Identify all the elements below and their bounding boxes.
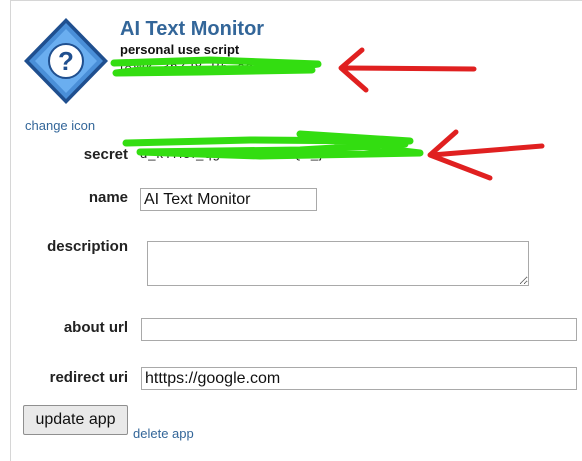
redirect-uri-input[interactable] xyxy=(141,367,577,390)
svg-text:?: ? xyxy=(58,46,74,76)
secret-value: d_kTH5f_qg0Lh8...u7sQ2_jWc xyxy=(140,146,344,161)
redirect-uri-label: redirect uri xyxy=(49,369,128,386)
update-app-button[interactable]: update app xyxy=(23,405,128,435)
description-textarea[interactable] xyxy=(147,241,529,286)
change-icon-link[interactable]: change icon xyxy=(25,118,95,133)
description-label: description xyxy=(47,238,128,255)
name-input[interactable] xyxy=(140,188,317,211)
app-question-icon: ? xyxy=(24,18,108,104)
delete-app-link[interactable]: delete app xyxy=(133,426,194,441)
app-client-id: t8Wk_3nZJ8_B5_oq xyxy=(120,59,254,74)
secret-label: secret xyxy=(83,146,128,163)
about-url-input[interactable] xyxy=(141,318,577,341)
about-url-label: about url xyxy=(63,319,128,336)
app-title: AI Text Monitor xyxy=(120,18,265,40)
name-label: name xyxy=(88,189,128,206)
app-type-label: personal use script xyxy=(120,42,240,57)
